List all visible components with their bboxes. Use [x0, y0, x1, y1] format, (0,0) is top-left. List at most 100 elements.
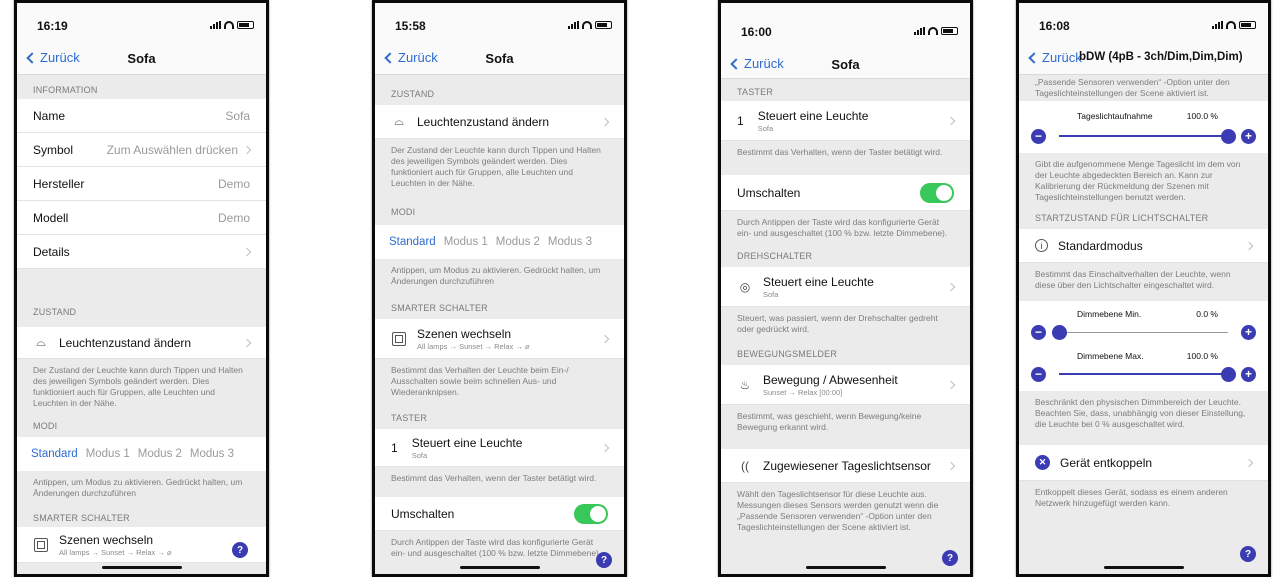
content: „Passende Sensoren verwenden“ -Option un… [1019, 75, 1268, 574]
toggle-row: Umschalten [721, 175, 970, 211]
decouple-row[interactable]: ✕ Gerät entkoppeln [1019, 445, 1268, 481]
dim-min-slider[interactable]: Dimmebene Min. 0.0 % − + [1019, 301, 1268, 347]
change-light-state-row[interactable]: ⌓ Leuchtenzustand ändern [375, 105, 624, 139]
chevron-right-icon [600, 334, 610, 343]
info-row-manufacturer: Hersteller Demo [17, 167, 266, 201]
chevron-right-icon [600, 443, 610, 452]
toggle-switch[interactable] [920, 182, 954, 203]
toggle-description: Durch Antippen der Taste wird das konfig… [737, 217, 948, 239]
clock: 16:19 [37, 19, 68, 33]
chevron-right-icon [600, 117, 610, 126]
section-zustand: ZUSTAND [391, 89, 435, 99]
mode-standard[interactable]: Standard [389, 236, 436, 248]
slider-fill [1059, 135, 1228, 137]
chevron-right-icon [242, 338, 252, 347]
wifi-icon [1226, 21, 1236, 29]
section-modi: MODI [391, 207, 416, 217]
mode-3[interactable]: Modus 3 [548, 236, 592, 248]
zustand-description: Der Zustand der Leuchte kann durch Tippe… [33, 365, 243, 409]
wifi-icon [224, 21, 234, 29]
slider-knob[interactable] [1220, 367, 1236, 382]
slider-knob[interactable] [1220, 129, 1236, 144]
help-button[interactable]: ? [596, 552, 612, 568]
chevron-right-icon [946, 461, 956, 470]
button-control-row[interactable]: 1 Steuert eine Leuchte Sofa [375, 429, 624, 467]
mode-1[interactable]: Modus 1 [86, 448, 130, 460]
daylight-sensor-row[interactable]: ((Zugewiesener Tageslichtsensor [721, 449, 970, 483]
help-button[interactable]: ? [1240, 546, 1256, 562]
help-button[interactable]: ? [942, 550, 958, 566]
info-row-symbol[interactable]: Symbol Zum Auswählen drücken [17, 133, 266, 167]
decrease-icon[interactable]: − [1031, 325, 1046, 340]
lamp-icon: ⌓ [36, 335, 46, 349]
decouple-description: Entkoppelt dieses Gerät, sodass es einem… [1035, 487, 1228, 509]
top-description: „Passende Sensoren verwenden“ -Option un… [1035, 77, 1230, 99]
dim-description: Beschränkt den physischen Dimmbereich de… [1035, 397, 1246, 430]
help-button[interactable]: ? [232, 542, 248, 558]
increase-icon[interactable]: + [1241, 129, 1256, 144]
rotary-control-row[interactable]: ◎ Steuert eine Leuchte Sofa [721, 267, 970, 307]
decrease-icon[interactable]: − [1031, 367, 1046, 382]
motion-sensor-icon: ♨ [739, 377, 751, 392]
motion-row[interactable]: ♨ Bewegung / Abwesenheit Sunset → Relax [0… [721, 365, 970, 405]
status-icons [1212, 21, 1256, 29]
content: TASTER 1 Steuert eine Leuchte Sofa Bestimm… [721, 79, 970, 574]
motion-description: Bestimmt, was geschieht, wenn Bewegung/k… [737, 411, 922, 433]
battery-icon [237, 21, 254, 29]
change-light-state-row[interactable]: ⌓ Leuchtenzustand ändern [17, 327, 266, 359]
page-title: bDW (4pB - 3ch/Dim,Dim,Dim) [1079, 51, 1243, 63]
header: 15:58 Zurück Sofa [375, 3, 624, 75]
scene-description: Bestimmt das Verhalten der Leuchte beim … [391, 365, 569, 398]
section-motion: BEWEGUNGSMELDER [737, 349, 838, 359]
content: INFORMATION Name Sofa Symbol Zum Auswählen… [17, 75, 266, 574]
mode-1[interactable]: Modus 1 [444, 236, 488, 248]
modi-description: Antippen, um Modus zu aktivieren. Gedrüc… [391, 265, 601, 287]
daylight-capture-slider[interactable]: Tageslichtaufnahme 100.0 % − + [1019, 101, 1268, 153]
header: 16:19 Zurück Sofa [17, 3, 266, 75]
taster-description: Bestimmt das Verhalten, wenn der Taster … [391, 473, 597, 483]
square-switch-icon [391, 331, 407, 347]
mode-3[interactable]: Modus 3 [190, 448, 234, 460]
dim-max-slider[interactable]: Dimmebene Max. 100.0 % − + [1019, 347, 1268, 391]
section-taster: TASTER [391, 413, 428, 423]
signal-icon [914, 27, 925, 35]
slider-knob[interactable] [1051, 325, 1067, 340]
page-title: Sofa [127, 51, 156, 66]
mode-selector: Standard Modus 1 Modus 2 Modus 3 [17, 437, 266, 471]
increase-icon[interactable]: + [1241, 367, 1256, 382]
back-button[interactable]: Zurück [1027, 50, 1082, 65]
page-title: Sofa [485, 51, 514, 66]
mode-standard[interactable]: Standard [31, 448, 78, 460]
close-icon: ✕ [1035, 455, 1050, 470]
chevron-right-icon [242, 145, 252, 154]
info-row-name[interactable]: Name Sofa [17, 99, 266, 133]
taster-description: Bestimmt das Verhalten, wenn der Taster … [737, 147, 943, 157]
rotary-description: Steuert, was passiert, wenn der Drehscha… [737, 313, 938, 335]
lamp-icon: ⌓ [394, 114, 404, 128]
increase-icon[interactable]: + [1241, 325, 1256, 340]
toggle-description: Durch Antippen der Taste wird das konfig… [391, 537, 602, 559]
info-row-details[interactable]: Details [17, 235, 266, 269]
modi-description: Antippen, um Modus zu aktivieren. Gedrüc… [33, 477, 243, 499]
section-modi: MODI [33, 421, 58, 431]
chevron-right-icon [242, 247, 252, 256]
home-indicator [805, 566, 886, 569]
signal-icon [210, 21, 221, 29]
button-control-row[interactable]: 1 Steuert eine Leuchte Sofa [721, 101, 970, 141]
start-mode-row[interactable]: i Standardmodus [1019, 229, 1268, 263]
home-indicator [459, 566, 540, 569]
chevron-right-icon [1244, 458, 1254, 467]
page-title: Sofa [831, 57, 860, 72]
section-smart-switch: SMARTER SCHALTER [33, 513, 130, 523]
phone-screen-3: 16:00 Zurück Sofa TASTER 1 Steuert eine L… [718, 0, 973, 577]
home-indicator [1103, 566, 1184, 569]
decrease-icon[interactable]: − [1031, 129, 1046, 144]
section-zustand: ZUSTAND [33, 307, 77, 317]
toggle-switch[interactable] [574, 503, 608, 524]
scene-switch-row[interactable]: Szenen wechseln All lamps → Sunset → Rela… [17, 527, 266, 563]
mode-2[interactable]: Modus 2 [496, 236, 540, 248]
mode-2[interactable]: Modus 2 [138, 448, 182, 460]
status-icons [210, 21, 254, 29]
clock: 15:58 [395, 19, 426, 33]
scene-switch-row[interactable]: Szenen wechseln All lamps → Sunset → Rela… [375, 319, 624, 359]
